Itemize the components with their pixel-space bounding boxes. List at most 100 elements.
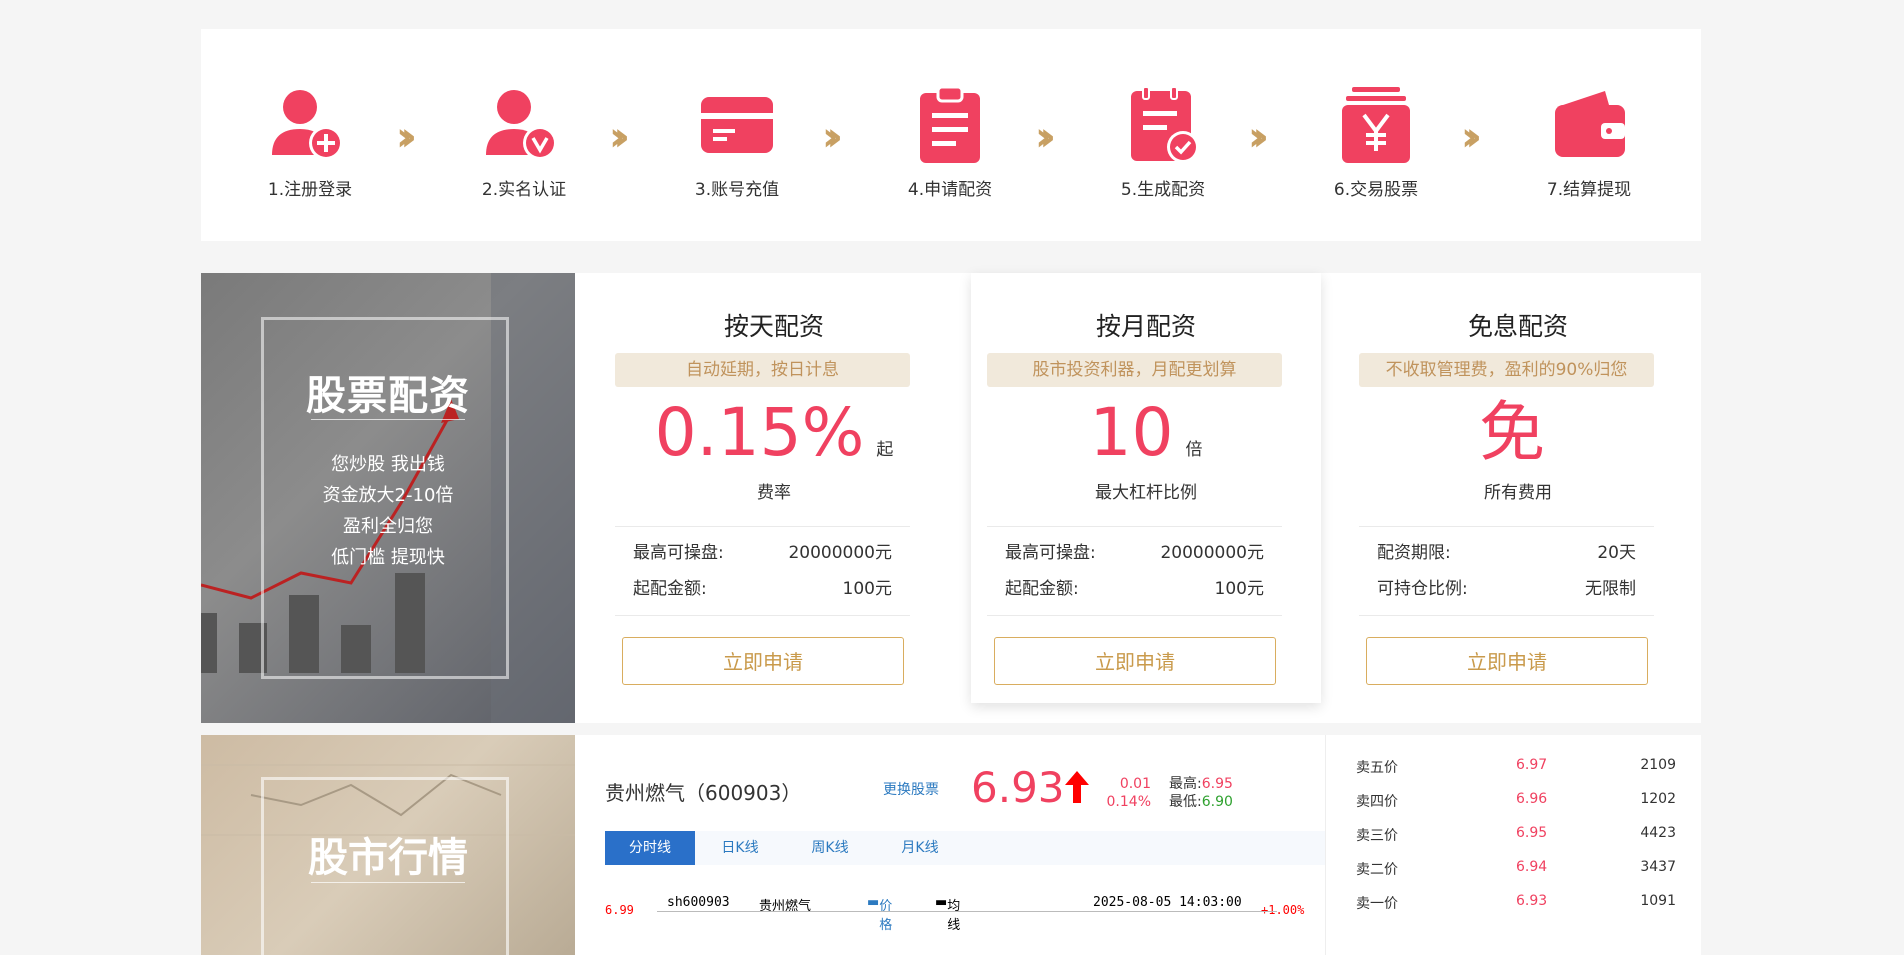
chart-top-percent: +1.00% [1261, 903, 1305, 917]
order-book-row: 卖五价 6.97 2109 [1356, 757, 1676, 777]
plan-card-free: 免息配资 不收取管理费，盈利的90%归您 免 所有费用 配资期限: 20天 可持仓… [1343, 273, 1693, 723]
plan-value: 10 倍 [971, 391, 1321, 475]
chart-top-price: 6.99 [605, 903, 634, 917]
plan-card-daily: 按天配资 自动延期，按日计息 0.15% 起 费率 最高可操盘: 20000000元… [599, 273, 949, 723]
detail-key: 最高可操盘: [1005, 543, 1096, 563]
step-generate: 5.生成配资 [1103, 85, 1223, 200]
apply-button[interactable]: 立即申请 [1366, 637, 1648, 685]
detail-value: 20000000元 [788, 543, 892, 563]
plan-value-number: 0.15% [654, 394, 865, 471]
arrow-up-icon [1065, 771, 1089, 803]
plan-detail-row: 可持仓比例: 无限制 [1359, 571, 1654, 607]
card-icon [701, 97, 773, 153]
step-label: 3.账号充值 [694, 180, 780, 200]
banner-slogans: 您炒股 我出钱 资金放大2-10倍 盈利全归您 低门槛 提现快 [201, 449, 575, 573]
banner-slogan: 资金放大2-10倍 [322, 485, 454, 506]
plan-title: 按天配资 [723, 312, 824, 341]
stock-price: 6.93 [971, 763, 1065, 812]
plan-details: 最高可操盘: 20000000元 起配金额: 100元 [987, 526, 1282, 616]
order-price: 6.94 [1516, 859, 1548, 875]
plan-tagline: 自动延期，按日计息 [615, 353, 910, 387]
plan-detail-row: 最高可操盘: 20000000元 [987, 535, 1282, 571]
detail-value: 无限制 [1585, 579, 1636, 599]
change-stock-link[interactable]: 更换股票 [883, 779, 939, 799]
detail-key: 可持仓比例: [1377, 579, 1468, 599]
tab-daily-k[interactable]: 日K线 [695, 831, 785, 865]
stock-financing-banner: 股票配资 您炒股 我出钱 资金放大2-10倍 盈利全归您 低门槛 提现快 [201, 273, 575, 723]
apply-button[interactable]: 立即申请 [994, 637, 1276, 685]
apply-button[interactable]: 立即申请 [622, 637, 904, 685]
order-label: 卖四价 [1356, 794, 1398, 810]
order-volume: 1091 [1640, 893, 1676, 909]
plans-section: 股票配资 您炒股 我出钱 资金放大2-10倍 盈利全归您 低门槛 提现快 按天配… [201, 273, 1701, 723]
chart-datetime: 2025-08-05 14:03:00 [1093, 895, 1242, 910]
order-price: 6.97 [1516, 757, 1548, 773]
user-add-icon [272, 90, 343, 160]
banner-slogan: 盈利全归您 [343, 516, 433, 537]
tab-weekly-k[interactable]: 周K线 [785, 831, 875, 865]
order-label: 卖五价 [1356, 760, 1398, 776]
tab-intraday[interactable]: 分时线 [605, 831, 695, 865]
step-label: 6.交易股票 [1333, 180, 1419, 200]
legend-average: ▬ 均线 [935, 895, 961, 933]
plan-value-unit: 起 [876, 440, 894, 460]
order-volume: 4423 [1640, 825, 1676, 841]
detail-key: 配资期限: [1377, 543, 1451, 563]
order-label: 卖一价 [1356, 896, 1398, 912]
chart-area [657, 911, 1277, 912]
plan-value: 0.15% 起 [599, 391, 949, 475]
plan-value-caption: 费率 [757, 483, 791, 503]
plan-title: 免息配资 [1467, 312, 1568, 341]
step-apply: 4.申请配资 [890, 85, 1010, 200]
chevron-double-right-icon: ›› [609, 114, 630, 160]
order-book-row: 卖二价 6.94 3437 [1356, 859, 1676, 879]
plan-detail-row: 起配金额: 100元 [987, 571, 1282, 607]
order-price: 6.95 [1516, 825, 1548, 841]
legend-price: ▬ 价格 [867, 895, 893, 933]
clipboard-icon [920, 85, 980, 163]
chevron-double-right-icon: ›› [1248, 114, 1269, 160]
banner-title: 股市行情 [308, 835, 468, 881]
order-price: 6.93 [1516, 893, 1548, 909]
detail-value: 100元 [1214, 579, 1264, 599]
change-value: 0.01 [1119, 776, 1151, 792]
wallet-icon [1555, 91, 1625, 157]
plan-value-number: 免 [1479, 394, 1545, 471]
chevron-double-right-icon: ›› [822, 114, 843, 160]
step-label: 4.申请配资 [907, 180, 993, 200]
tab-monthly-k[interactable]: 月K线 [875, 831, 965, 865]
detail-key: 起配金额: [1005, 579, 1079, 599]
order-volume: 3437 [1640, 859, 1676, 875]
stock-name: 贵州燃气（600903） [605, 781, 802, 805]
chevron-double-right-icon: ›› [1461, 114, 1482, 160]
detail-key: 起配金额: [633, 579, 707, 599]
chart-tabs: 分时线 日K线 周K线 月K线 [605, 831, 1325, 865]
step-trade: 6.交易股票 [1316, 85, 1436, 200]
order-book-row: 卖四价 6.96 1202 [1356, 791, 1676, 811]
high-label: 最高: [1169, 776, 1202, 792]
banner-slogan: 低门槛 提现快 [331, 547, 445, 568]
high-value: 6.95 [1201, 776, 1233, 792]
plan-value-caption: 最大杠杆比例 [1095, 483, 1197, 503]
low-label: 最低: [1169, 794, 1202, 810]
yen-wallet-icon [1342, 87, 1410, 163]
user-verified-icon [486, 90, 557, 160]
plan-value-number: 10 [1089, 394, 1174, 471]
banner-title: 股票配资 [306, 373, 470, 419]
change-percent: 0.14% [1106, 794, 1151, 810]
plan-detail-row: 起配金额: 100元 [615, 571, 910, 607]
step-recharge: 3.账号充值 [677, 85, 797, 200]
detail-value: 20000000元 [1160, 543, 1264, 563]
market-section: 股市行情 贵州燃气（600903） 更换股票 6.93 0.01 0.14% 最… [201, 735, 1701, 955]
legend-average-label: 均线 [947, 899, 961, 933]
low-value: 6.90 [1201, 794, 1233, 810]
chart-header: 6.99 sh600903 贵州燃气 ▬ 价格 ▬ 均线 2025-08-05 … [605, 895, 1325, 933]
plan-detail-row: 配资期限: 20天 [1359, 535, 1654, 571]
order-volume: 2109 [1640, 757, 1676, 773]
plan-value-unit: 倍 [1185, 440, 1203, 460]
plan-value: 免 [1343, 391, 1693, 475]
step-label: 5.生成配资 [1120, 180, 1206, 200]
step-register: 1.注册登录 [250, 85, 370, 200]
page-container: 1.注册登录 ›› 2.实名认证 ›› 3.账号充值 ›› 4.申请配资 ›› … [201, 29, 1701, 955]
plan-card-monthly: 按月配资 股市投资利器，月配更划算 10 倍 最大杠杆比例 最高可操盘: 20000… [971, 273, 1321, 703]
